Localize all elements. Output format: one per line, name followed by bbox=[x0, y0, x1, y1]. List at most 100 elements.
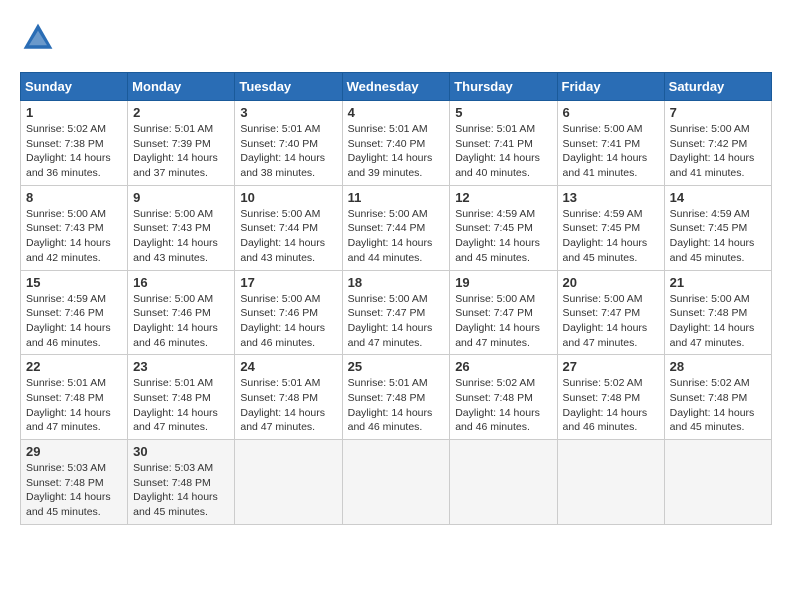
day-info: Sunrise: 5:00 AM Sunset: 7:43 PM Dayligh… bbox=[26, 207, 122, 266]
day-info: Sunrise: 5:01 AM Sunset: 7:40 PM Dayligh… bbox=[240, 122, 336, 181]
header-saturday: Saturday bbox=[664, 73, 771, 101]
calendar-cell: 25 Sunrise: 5:01 AM Sunset: 7:48 PM Dayl… bbox=[342, 355, 450, 440]
day-info: Sunrise: 5:00 AM Sunset: 7:46 PM Dayligh… bbox=[133, 292, 229, 351]
day-number: 25 bbox=[348, 359, 445, 374]
calendar-cell bbox=[557, 440, 664, 525]
day-info: Sunrise: 5:01 AM Sunset: 7:48 PM Dayligh… bbox=[26, 376, 122, 435]
day-number: 3 bbox=[240, 105, 336, 120]
day-info: Sunrise: 5:00 AM Sunset: 7:41 PM Dayligh… bbox=[563, 122, 659, 181]
calendar-cell: 13 Sunrise: 4:59 AM Sunset: 7:45 PM Dayl… bbox=[557, 185, 664, 270]
day-number: 13 bbox=[563, 190, 659, 205]
calendar-cell: 6 Sunrise: 5:00 AM Sunset: 7:41 PM Dayli… bbox=[557, 101, 664, 186]
day-number: 9 bbox=[133, 190, 229, 205]
header-monday: Monday bbox=[128, 73, 235, 101]
day-info: Sunrise: 5:00 AM Sunset: 7:47 PM Dayligh… bbox=[563, 292, 659, 351]
calendar-cell: 19 Sunrise: 5:00 AM Sunset: 7:47 PM Dayl… bbox=[450, 270, 557, 355]
day-number: 1 bbox=[26, 105, 122, 120]
day-number: 15 bbox=[26, 275, 122, 290]
calendar-cell bbox=[664, 440, 771, 525]
logo bbox=[20, 20, 60, 56]
day-info: Sunrise: 5:00 AM Sunset: 7:46 PM Dayligh… bbox=[240, 292, 336, 351]
day-info: Sunrise: 5:02 AM Sunset: 7:48 PM Dayligh… bbox=[670, 376, 766, 435]
day-number: 28 bbox=[670, 359, 766, 374]
calendar-cell: 10 Sunrise: 5:00 AM Sunset: 7:44 PM Dayl… bbox=[235, 185, 342, 270]
calendar-week-row: 29 Sunrise: 5:03 AM Sunset: 7:48 PM Dayl… bbox=[21, 440, 772, 525]
day-info: Sunrise: 5:03 AM Sunset: 7:48 PM Dayligh… bbox=[133, 461, 229, 520]
day-number: 5 bbox=[455, 105, 551, 120]
day-number: 11 bbox=[348, 190, 445, 205]
calendar-table: Sunday Monday Tuesday Wednesday Thursday… bbox=[20, 72, 772, 525]
day-number: 29 bbox=[26, 444, 122, 459]
day-info: Sunrise: 5:02 AM Sunset: 7:48 PM Dayligh… bbox=[455, 376, 551, 435]
calendar-cell: 11 Sunrise: 5:00 AM Sunset: 7:44 PM Dayl… bbox=[342, 185, 450, 270]
header-thursday: Thursday bbox=[450, 73, 557, 101]
calendar-cell: 16 Sunrise: 5:00 AM Sunset: 7:46 PM Dayl… bbox=[128, 270, 235, 355]
day-number: 17 bbox=[240, 275, 336, 290]
day-number: 21 bbox=[670, 275, 766, 290]
calendar-week-row: 8 Sunrise: 5:00 AM Sunset: 7:43 PM Dayli… bbox=[21, 185, 772, 270]
day-number: 24 bbox=[240, 359, 336, 374]
day-number: 19 bbox=[455, 275, 551, 290]
day-number: 16 bbox=[133, 275, 229, 290]
calendar-cell: 30 Sunrise: 5:03 AM Sunset: 7:48 PM Dayl… bbox=[128, 440, 235, 525]
day-info: Sunrise: 5:02 AM Sunset: 7:48 PM Dayligh… bbox=[563, 376, 659, 435]
day-info: Sunrise: 5:01 AM Sunset: 7:48 PM Dayligh… bbox=[348, 376, 445, 435]
day-number: 22 bbox=[26, 359, 122, 374]
day-info: Sunrise: 5:01 AM Sunset: 7:48 PM Dayligh… bbox=[133, 376, 229, 435]
calendar-cell: 24 Sunrise: 5:01 AM Sunset: 7:48 PM Dayl… bbox=[235, 355, 342, 440]
day-info: Sunrise: 4:59 AM Sunset: 7:45 PM Dayligh… bbox=[563, 207, 659, 266]
calendar-cell: 14 Sunrise: 4:59 AM Sunset: 7:45 PM Dayl… bbox=[664, 185, 771, 270]
calendar-cell: 23 Sunrise: 5:01 AM Sunset: 7:48 PM Dayl… bbox=[128, 355, 235, 440]
calendar-cell: 2 Sunrise: 5:01 AM Sunset: 7:39 PM Dayli… bbox=[128, 101, 235, 186]
calendar-week-row: 1 Sunrise: 5:02 AM Sunset: 7:38 PM Dayli… bbox=[21, 101, 772, 186]
day-number: 6 bbox=[563, 105, 659, 120]
header-wednesday: Wednesday bbox=[342, 73, 450, 101]
calendar-cell: 1 Sunrise: 5:02 AM Sunset: 7:38 PM Dayli… bbox=[21, 101, 128, 186]
header-tuesday: Tuesday bbox=[235, 73, 342, 101]
day-number: 20 bbox=[563, 275, 659, 290]
day-number: 7 bbox=[670, 105, 766, 120]
day-number: 12 bbox=[455, 190, 551, 205]
day-number: 14 bbox=[670, 190, 766, 205]
calendar-cell: 26 Sunrise: 5:02 AM Sunset: 7:48 PM Dayl… bbox=[450, 355, 557, 440]
day-info: Sunrise: 5:00 AM Sunset: 7:44 PM Dayligh… bbox=[348, 207, 445, 266]
calendar-cell bbox=[342, 440, 450, 525]
calendar-body: 1 Sunrise: 5:02 AM Sunset: 7:38 PM Dayli… bbox=[21, 101, 772, 525]
calendar-cell: 22 Sunrise: 5:01 AM Sunset: 7:48 PM Dayl… bbox=[21, 355, 128, 440]
logo-icon bbox=[20, 20, 56, 56]
calendar-cell: 28 Sunrise: 5:02 AM Sunset: 7:48 PM Dayl… bbox=[664, 355, 771, 440]
page-header bbox=[20, 20, 772, 56]
day-info: Sunrise: 5:02 AM Sunset: 7:38 PM Dayligh… bbox=[26, 122, 122, 181]
day-number: 4 bbox=[348, 105, 445, 120]
calendar-cell: 20 Sunrise: 5:00 AM Sunset: 7:47 PM Dayl… bbox=[557, 270, 664, 355]
day-info: Sunrise: 5:03 AM Sunset: 7:48 PM Dayligh… bbox=[26, 461, 122, 520]
calendar-cell: 12 Sunrise: 4:59 AM Sunset: 7:45 PM Dayl… bbox=[450, 185, 557, 270]
day-number: 18 bbox=[348, 275, 445, 290]
header-sunday: Sunday bbox=[21, 73, 128, 101]
day-number: 8 bbox=[26, 190, 122, 205]
calendar-cell: 3 Sunrise: 5:01 AM Sunset: 7:40 PM Dayli… bbox=[235, 101, 342, 186]
day-number: 2 bbox=[133, 105, 229, 120]
day-info: Sunrise: 4:59 AM Sunset: 7:46 PM Dayligh… bbox=[26, 292, 122, 351]
calendar-cell: 7 Sunrise: 5:00 AM Sunset: 7:42 PM Dayli… bbox=[664, 101, 771, 186]
day-info: Sunrise: 5:00 AM Sunset: 7:44 PM Dayligh… bbox=[240, 207, 336, 266]
calendar-header-row: Sunday Monday Tuesday Wednesday Thursday… bbox=[21, 73, 772, 101]
day-info: Sunrise: 5:01 AM Sunset: 7:41 PM Dayligh… bbox=[455, 122, 551, 181]
calendar-cell: 17 Sunrise: 5:00 AM Sunset: 7:46 PM Dayl… bbox=[235, 270, 342, 355]
calendar-week-row: 22 Sunrise: 5:01 AM Sunset: 7:48 PM Dayl… bbox=[21, 355, 772, 440]
day-info: Sunrise: 5:00 AM Sunset: 7:48 PM Dayligh… bbox=[670, 292, 766, 351]
calendar-cell: 21 Sunrise: 5:00 AM Sunset: 7:48 PM Dayl… bbox=[664, 270, 771, 355]
calendar-cell: 29 Sunrise: 5:03 AM Sunset: 7:48 PM Dayl… bbox=[21, 440, 128, 525]
day-info: Sunrise: 5:00 AM Sunset: 7:42 PM Dayligh… bbox=[670, 122, 766, 181]
day-number: 23 bbox=[133, 359, 229, 374]
day-info: Sunrise: 4:59 AM Sunset: 7:45 PM Dayligh… bbox=[670, 207, 766, 266]
calendar-cell: 9 Sunrise: 5:00 AM Sunset: 7:43 PM Dayli… bbox=[128, 185, 235, 270]
day-info: Sunrise: 4:59 AM Sunset: 7:45 PM Dayligh… bbox=[455, 207, 551, 266]
day-info: Sunrise: 5:00 AM Sunset: 7:47 PM Dayligh… bbox=[348, 292, 445, 351]
calendar-cell: 5 Sunrise: 5:01 AM Sunset: 7:41 PM Dayli… bbox=[450, 101, 557, 186]
day-info: Sunrise: 5:00 AM Sunset: 7:47 PM Dayligh… bbox=[455, 292, 551, 351]
day-info: Sunrise: 5:00 AM Sunset: 7:43 PM Dayligh… bbox=[133, 207, 229, 266]
calendar-cell bbox=[235, 440, 342, 525]
calendar-cell bbox=[450, 440, 557, 525]
header-friday: Friday bbox=[557, 73, 664, 101]
